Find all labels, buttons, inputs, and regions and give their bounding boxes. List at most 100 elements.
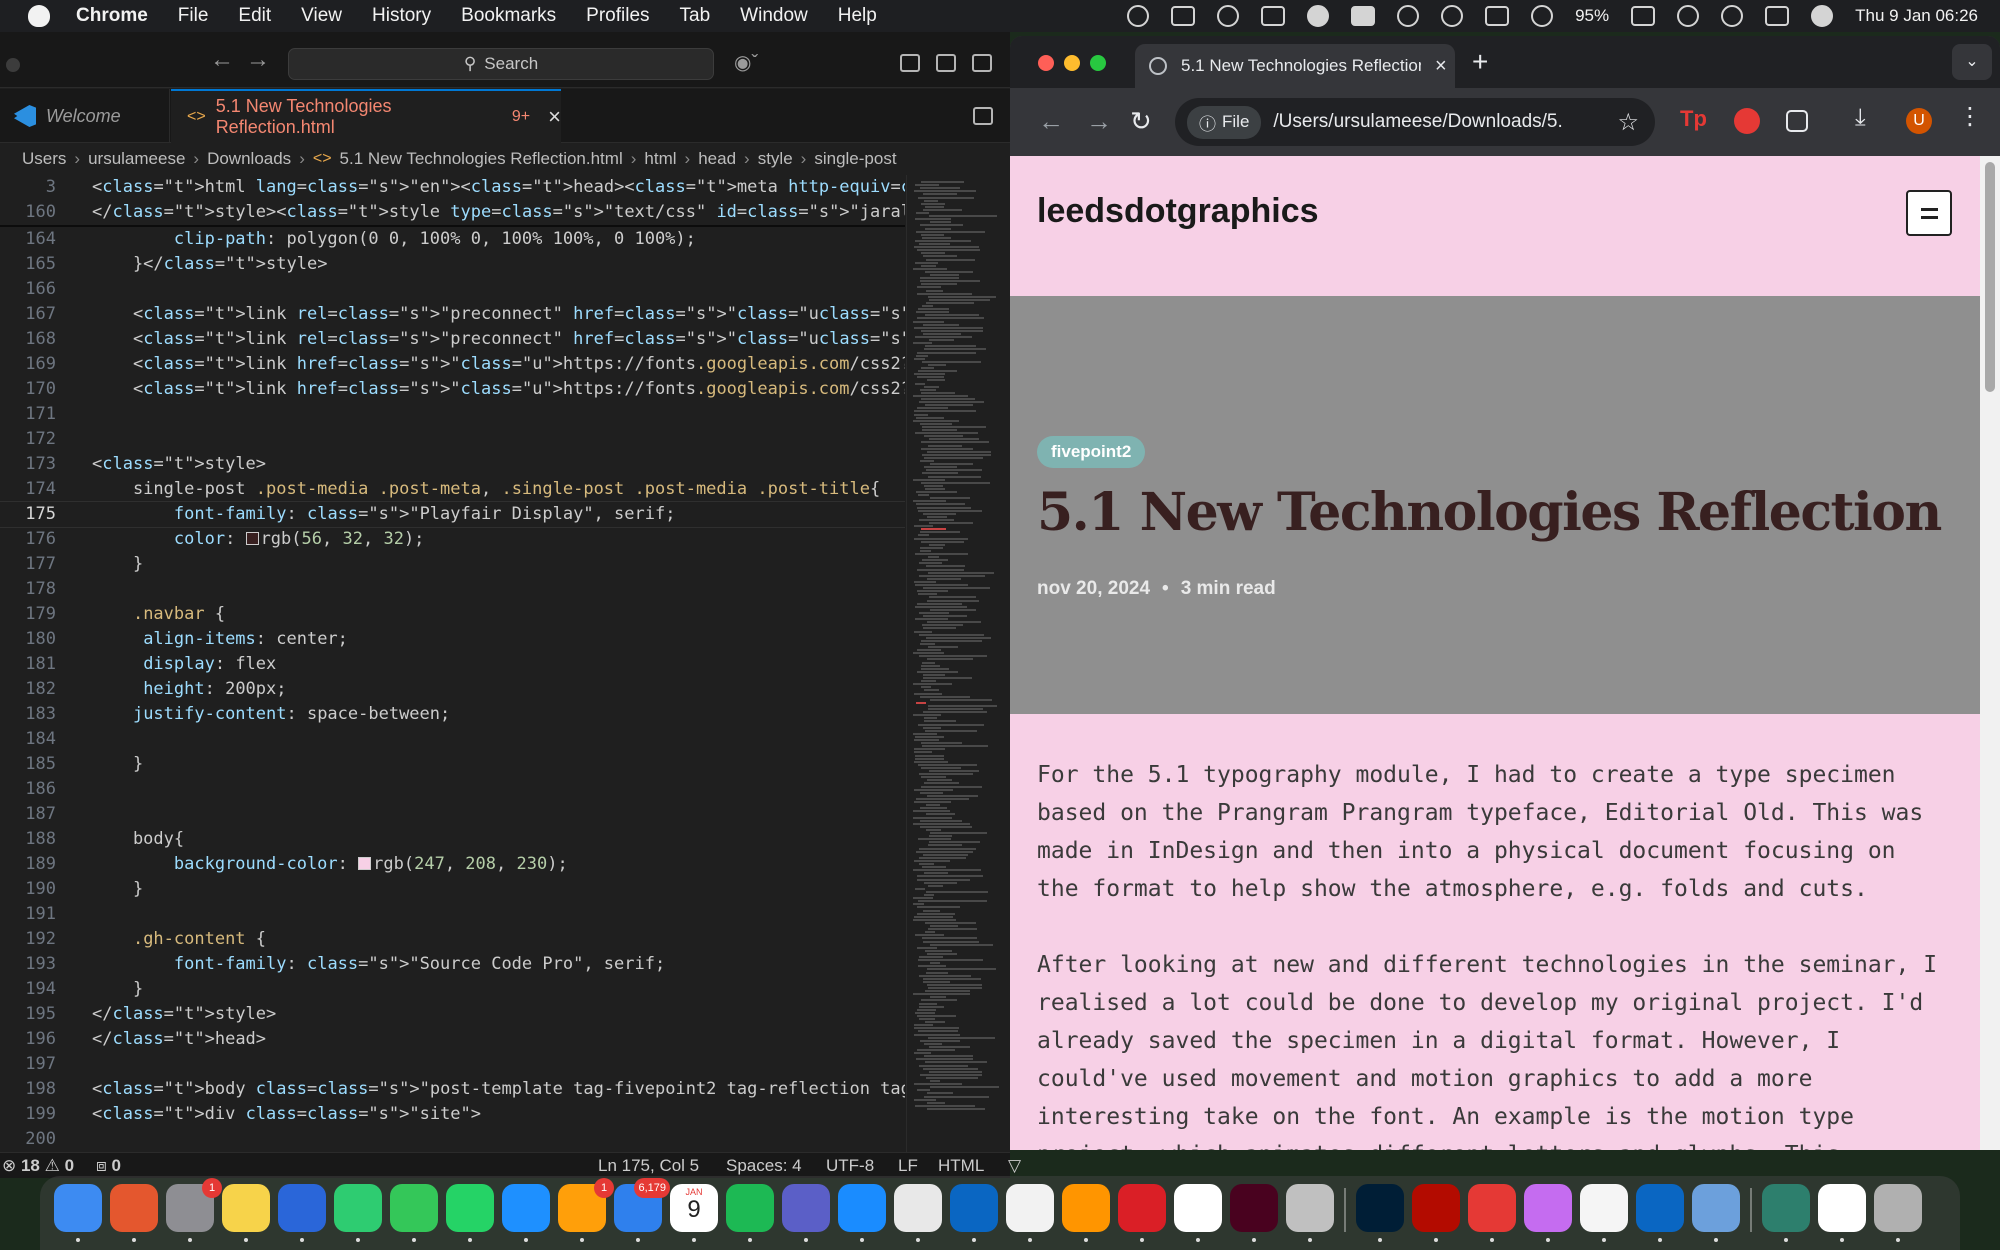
address-bar[interactable]: ⓘ File /Users/ursulameese/Downloads/5...…: [1175, 98, 1655, 146]
page-scrollbar[interactable]: [1980, 156, 2000, 1150]
spotify-icon[interactable]: [726, 1184, 774, 1242]
extension-tp-icon[interactable]: Tp: [1680, 106, 1707, 132]
apple-logo-icon[interactable]: [28, 5, 50, 27]
panel-toggle-icon[interactable]: [972, 54, 992, 72]
photoshop-icon[interactable]: [1356, 1184, 1404, 1242]
grammarly-icon[interactable]: [1127, 5, 1150, 27]
command-center-search[interactable]: ⚲ Search: [288, 48, 714, 80]
window-control-dot[interactable]: [6, 58, 20, 72]
airdrop-icon[interactable]: [1441, 5, 1464, 27]
code-line[interactable]: 183 justify-content: space-between;: [0, 702, 905, 727]
code-line[interactable]: 186: [0, 777, 905, 802]
code-line[interactable]: 191: [0, 902, 905, 927]
word-app-icon[interactable]: [1174, 1184, 1222, 1242]
code-line[interactable]: 193 font-family: class="s">"Source Code …: [0, 952, 905, 977]
menu-help[interactable]: Help: [838, 5, 877, 27]
kebab-menu-icon[interactable]: ⋮: [1958, 102, 1984, 130]
launchpad-icon[interactable]: [110, 1184, 158, 1242]
code-line[interactable]: 160 </class="t">style><class="t">style ty…: [0, 200, 905, 225]
code-line[interactable]: 189 background-color: rgb(247, 208, 230)…: [0, 852, 905, 877]
code-line[interactable]: 168 <class="t">link rel=class="s">"preco…: [0, 327, 905, 352]
code-line[interactable]: 187: [0, 802, 905, 827]
cloud-icon[interactable]: [1307, 5, 1330, 27]
scrollbar-thumb[interactable]: [1985, 162, 1995, 392]
copilot-icon[interactable]: ◉ˇ: [734, 50, 758, 75]
siri-icon[interactable]: [1811, 5, 1834, 27]
reload-icon[interactable]: ↻: [1130, 106, 1152, 137]
extension-red-icon[interactable]: [1734, 108, 1760, 134]
status-encoding[interactable]: UTF-8: [826, 1156, 874, 1176]
menu-tab[interactable]: Tab: [680, 5, 711, 27]
notifications-bell-icon[interactable]: ▽: [1008, 1156, 1021, 1176]
menubar-clock[interactable]: Thu 9 Jan 06:26: [1855, 6, 1978, 26]
code-line[interactable]: 172: [0, 427, 905, 452]
creative-cloud-icon[interactable]: [1118, 1184, 1166, 1242]
menu-app-name[interactable]: Chrome: [76, 5, 148, 27]
code-line[interactable]: 199 <class="t">div class=class="s">"site"…: [0, 1102, 905, 1127]
status-language[interactable]: HTML: [938, 1156, 984, 1176]
breadcrumb-item[interactable]: 5.1 New Technologies Reflection.html: [340, 149, 623, 169]
code-line[interactable]: 174 single-post .post-media .post-meta, …: [0, 477, 905, 502]
extensions-puzzle-icon[interactable]: [1786, 110, 1808, 132]
document-stack-icon[interactable]: [1818, 1184, 1866, 1242]
code-line[interactable]: 194 }: [0, 977, 905, 1002]
url-text[interactable]: /Users/ursulameese/Downloads/5....: [1273, 111, 1563, 133]
menu-profiles[interactable]: Profiles: [586, 5, 649, 27]
minimap[interactable]: [906, 175, 1010, 1172]
app-store-icon[interactable]: [838, 1184, 886, 1242]
menu-edit[interactable]: Edit: [238, 5, 271, 27]
code-line[interactable]: 197: [0, 1052, 905, 1077]
code-line[interactable]: 175 font-family: class="s">"Playfair Dis…: [0, 501, 905, 528]
notes-status-icon[interactable]: [1351, 6, 1376, 26]
menu-window[interactable]: Window: [740, 5, 808, 27]
code-line[interactable]: 165 }</class="t">style>: [0, 252, 905, 277]
hamburger-menu-button[interactable]: [1906, 190, 1952, 236]
code-line[interactable]: 182 height: 200px;: [0, 677, 905, 702]
profile-avatar[interactable]: U: [1906, 108, 1932, 134]
code-line[interactable]: 180 align-items: center;: [0, 627, 905, 652]
keyboard-icon[interactable]: [1485, 6, 1510, 26]
breadcrumb-item[interactable]: Downloads: [207, 149, 291, 169]
site-info-chip[interactable]: ⓘ File: [1187, 105, 1262, 139]
breadcrumb-item[interactable]: single-post: [814, 149, 896, 169]
bookmark-star-icon[interactable]: ☆: [1617, 108, 1639, 137]
indesign-icon[interactable]: [1230, 1184, 1278, 1242]
download-icon[interactable]: ⤓: [1855, 104, 1881, 131]
forward-arrow-icon[interactable]: →: [1086, 106, 1112, 137]
code-line[interactable]: 179 .navbar {: [0, 602, 905, 627]
close-window-button[interactable]: [1038, 55, 1054, 71]
code-line[interactable]: 195 </class="t">style>: [0, 1002, 905, 1027]
code-line[interactable]: 164 clip-path: polygon(0 0, 100% 0, 100%…: [0, 227, 905, 252]
code-line[interactable]: 170 <class="t">link href=class="s">"clas…: [0, 377, 905, 402]
downloads-folder-icon[interactable]: [1762, 1184, 1810, 1242]
code-line[interactable]: 169 <class="t">link href=class="s">"clas…: [0, 352, 905, 377]
code-line[interactable]: 184: [0, 727, 905, 752]
freeform-icon[interactable]: [278, 1184, 326, 1242]
preview-icon[interactable]: [1692, 1184, 1740, 1242]
code-line[interactable]: 173 <class="t">style>: [0, 452, 905, 477]
pdf-icon[interactable]: [1468, 1184, 1516, 1242]
installer-icon[interactable]: [1524, 1184, 1572, 1242]
whatsapp-icon[interactable]: [446, 1184, 494, 1242]
onedrive-icon[interactable]: [950, 1184, 998, 1242]
post-tag-badge[interactable]: fivepoint2: [1037, 436, 1146, 468]
browser-tab[interactable]: 5.1 New Technologies Reflection ×: [1135, 44, 1455, 88]
status-indentation[interactable]: Spaces: 4: [726, 1156, 802, 1176]
sync-icon[interactable]: [1261, 6, 1286, 26]
iphone-mirroring-icon[interactable]: [1286, 1184, 1334, 1242]
menu-file[interactable]: File: [178, 5, 209, 27]
code-line[interactable]: 196 </class="t">head>: [0, 1027, 905, 1052]
forward-arrow-icon[interactable]: →: [246, 46, 270, 74]
back-arrow-icon[interactable]: ←: [1038, 106, 1064, 137]
calendar-icon[interactable]: JAN 9: [670, 1184, 718, 1242]
zoom-window-button[interactable]: [1090, 55, 1106, 71]
photos-icon[interactable]: 1: [558, 1178, 614, 1242]
vscode-dock-icon[interactable]: [1636, 1184, 1684, 1242]
status-problems[interactable]: ⊗ 18 ⚠ 0: [2, 1156, 74, 1176]
split-editor-icon[interactable]: [973, 107, 993, 125]
code-line[interactable]: 171: [0, 402, 905, 427]
tab-html-file[interactable]: <> 5.1 New Technologies Reflection.html …: [171, 89, 561, 143]
code-line[interactable]: 166: [0, 277, 905, 302]
messages-icon[interactable]: [390, 1184, 438, 1242]
code-line[interactable]: 181 display: flex: [0, 652, 905, 677]
